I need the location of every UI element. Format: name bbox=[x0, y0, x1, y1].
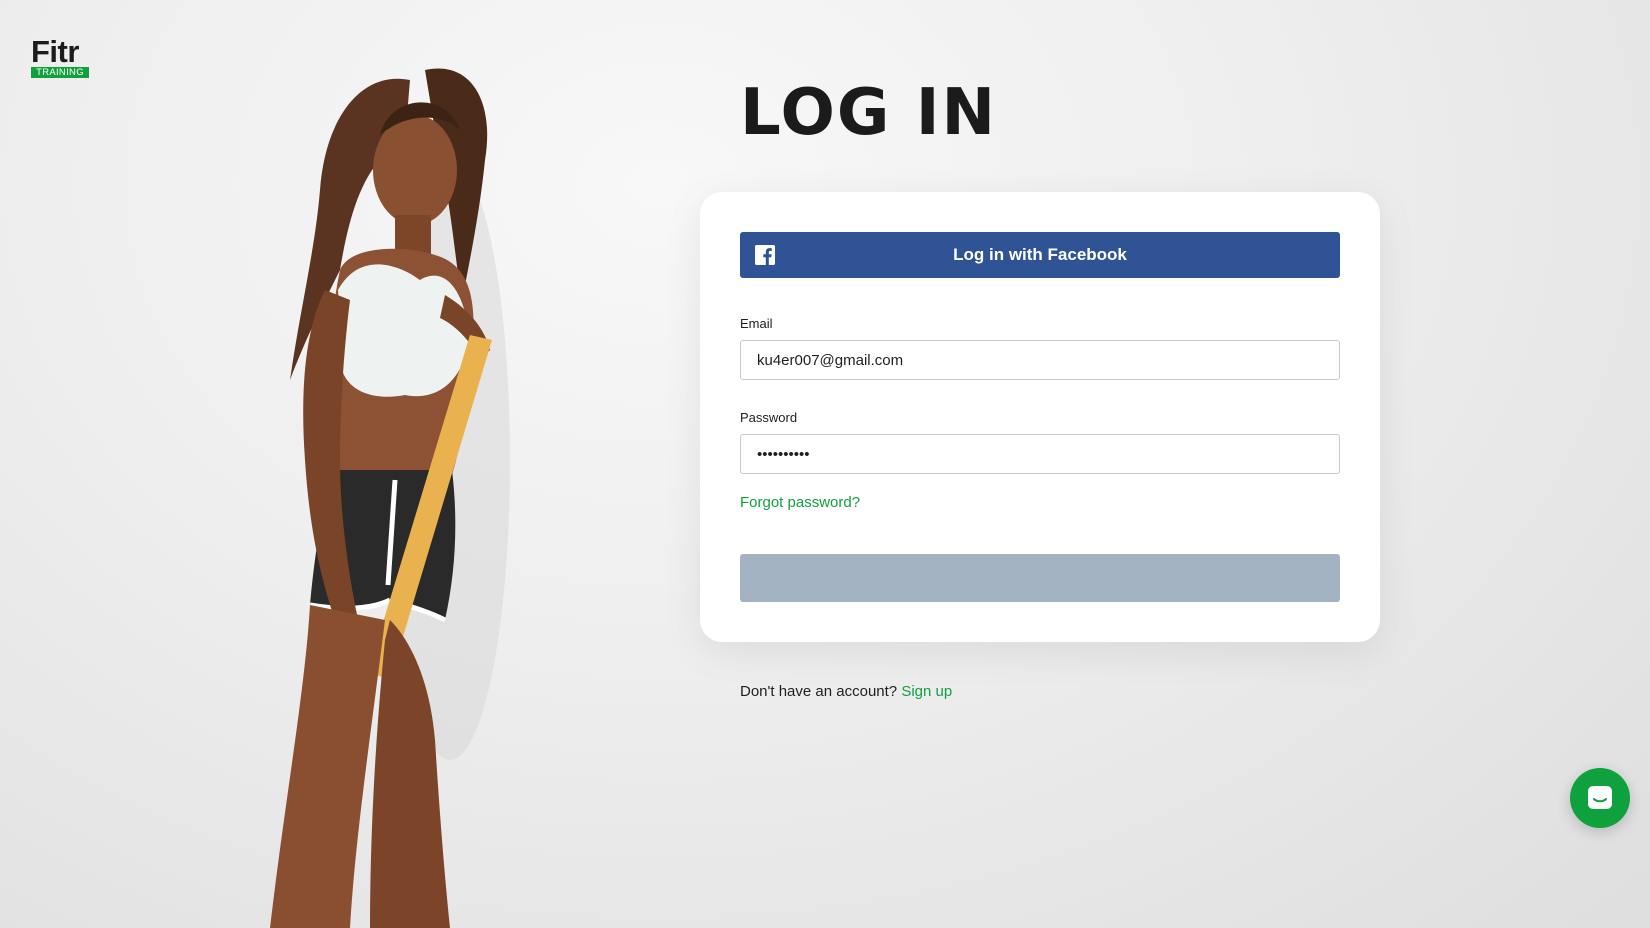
email-field[interactable] bbox=[740, 340, 1340, 380]
brand-tagline: TRAINING bbox=[31, 67, 89, 78]
signup-link[interactable]: Sign up bbox=[901, 683, 952, 700]
page-title: LOG IN bbox=[740, 76, 998, 150]
chat-icon bbox=[1588, 786, 1612, 809]
facebook-login-button[interactable]: Log in with Facebook bbox=[740, 232, 1340, 278]
email-label: Email bbox=[740, 316, 773, 331]
brand-name: Fitr bbox=[31, 34, 79, 69]
signup-prompt: Don't have an account? bbox=[740, 683, 898, 700]
facebook-login-label: Log in with Facebook bbox=[953, 245, 1127, 264]
chat-launcher-button[interactable] bbox=[1570, 768, 1630, 828]
password-field[interactable] bbox=[740, 434, 1340, 474]
forgot-password-link[interactable]: Forgot password? bbox=[740, 494, 860, 511]
login-card: Log in with Facebook Email Password Forg… bbox=[700, 192, 1380, 642]
fitness-model-image bbox=[270, 68, 510, 928]
password-label: Password bbox=[740, 410, 798, 425]
login-submit-button[interactable] bbox=[740, 554, 1340, 602]
brand-logo[interactable]: Fitr TRAINING bbox=[31, 34, 89, 78]
signup-row: Don't have an account? Sign up bbox=[740, 683, 952, 700]
facebook-icon bbox=[755, 245, 775, 265]
